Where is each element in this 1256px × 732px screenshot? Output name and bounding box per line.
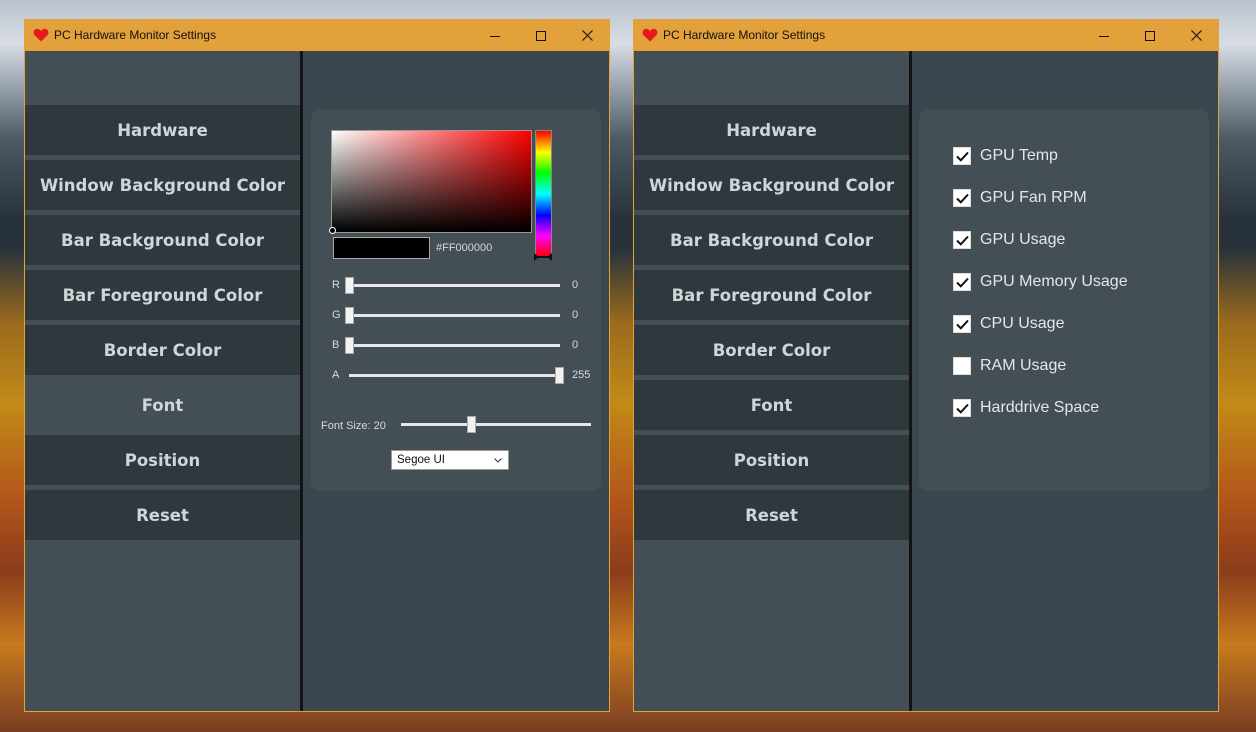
checkbox-box[interactable] <box>953 147 971 165</box>
checkbox-box[interactable] <box>953 231 971 249</box>
minimize-button[interactable] <box>1081 20 1127 51</box>
nav-border-color[interactable]: Border Color <box>634 325 909 375</box>
slider-thumb-b[interactable] <box>345 337 354 354</box>
slider-thumb-r[interactable] <box>345 277 354 294</box>
font-size-slider-thumb[interactable] <box>467 416 476 433</box>
close-icon <box>581 30 593 41</box>
heart-icon <box>33 28 49 42</box>
slider-track-a[interactable] <box>349 374 560 377</box>
checkbox-cpu-usage[interactable]: CPU Usage <box>953 315 1064 333</box>
check-icon <box>955 403 969 414</box>
slider-thumb-g[interactable] <box>345 307 354 324</box>
checkbox-label: CPU Usage <box>980 315 1065 332</box>
slider-track-r[interactable] <box>349 284 560 287</box>
checkbox-gpu-usage[interactable]: GPU Usage <box>953 231 1065 249</box>
nav-border-color[interactable]: Border Color <box>25 325 300 375</box>
hue-slider[interactable] <box>535 130 552 258</box>
checkbox-ram-usage[interactable]: RAM Usage <box>953 357 1066 375</box>
settings-window-color: PC Hardware Monitor Settings Hardware Wi… <box>24 19 610 712</box>
color-preview <box>333 237 430 259</box>
font-size-slider-track[interactable] <box>401 423 591 426</box>
slider-value-g: 0 <box>572 309 579 321</box>
close-button[interactable] <box>564 20 610 51</box>
checkbox-label: GPU Usage <box>980 231 1066 248</box>
nav-font[interactable]: Font <box>634 380 909 430</box>
sidebar: Hardware Window Background Color Bar Bac… <box>25 51 300 711</box>
close-icon <box>1190 30 1202 41</box>
title-bar[interactable]: PC Hardware Monitor Settings <box>634 20 1218 51</box>
font-select-value: Segoe UI <box>397 454 445 466</box>
check-icon <box>955 319 969 330</box>
slider-label-r: R <box>332 279 340 291</box>
nav-reset[interactable]: Reset <box>634 490 909 540</box>
checkbox-box[interactable] <box>953 189 971 207</box>
font-select[interactable]: Segoe UI <box>391 450 509 470</box>
checkbox-label: Harddrive Space <box>980 399 1100 416</box>
title-bar[interactable]: PC Hardware Monitor Settings <box>25 20 609 51</box>
nav-reset[interactable]: Reset <box>25 490 300 540</box>
slider-track-g[interactable] <box>349 314 560 317</box>
checkbox-label: GPU Memory Usage <box>980 273 1128 290</box>
window-title: PC Hardware Monitor Settings <box>54 28 217 42</box>
maximize-button[interactable] <box>518 20 564 51</box>
window-title: PC Hardware Monitor Settings <box>663 28 826 42</box>
checkbox-box[interactable] <box>953 273 971 291</box>
checkbox-gpu-temp[interactable]: GPU Temp <box>953 147 1058 165</box>
check-icon <box>955 277 969 288</box>
slider-value-r: 0 <box>572 279 579 291</box>
color-spectrum[interactable] <box>331 130 532 233</box>
sidebar: Hardware Window Background Color Bar Bac… <box>634 51 909 711</box>
checkbox-harddrive-space[interactable]: Harddrive Space <box>953 399 1099 417</box>
check-icon <box>955 151 969 162</box>
content-area: #FF000000 R 0 G 0 B 0 A 255 Font Size: 2… <box>303 51 609 711</box>
checkbox-label: GPU Temp <box>980 147 1058 164</box>
nav-hardware[interactable]: Hardware <box>634 105 909 155</box>
color-spectrum-cursor[interactable] <box>329 227 336 234</box>
minimize-icon <box>490 35 500 37</box>
slider-track-b[interactable] <box>349 344 560 347</box>
checkbox-label: GPU Fan RPM <box>980 189 1087 206</box>
minimize-icon <box>1099 35 1109 37</box>
nav-position[interactable]: Position <box>634 435 909 485</box>
nav-hardware[interactable]: Hardware <box>25 105 300 155</box>
nav-bar-background-color[interactable]: Bar Background Color <box>634 215 909 265</box>
nav-bar-background-color[interactable]: Bar Background Color <box>25 215 300 265</box>
nav-bar-foreground-color[interactable]: Bar Foreground Color <box>634 270 909 320</box>
color-panel: #FF000000 R 0 G 0 B 0 A 255 Font Size: 2… <box>311 110 601 491</box>
content-area: GPU Temp GPU Fan RPM GPU Usage GPU Memor… <box>912 51 1218 711</box>
chevron-down-icon <box>494 458 502 463</box>
check-icon <box>955 235 969 246</box>
slider-value-a: 255 <box>572 369 591 381</box>
hue-slider-marker-icon <box>534 253 552 261</box>
hardware-panel: GPU Temp GPU Fan RPM GPU Usage GPU Memor… <box>919 110 1209 491</box>
slider-value-b: 0 <box>572 339 579 351</box>
slider-label-b: B <box>332 339 340 351</box>
maximize-icon <box>536 30 546 41</box>
minimize-button[interactable] <box>472 20 518 51</box>
maximize-icon <box>1145 30 1155 41</box>
settings-window-hardware: PC Hardware Monitor Settings Hardware Wi… <box>633 19 1219 712</box>
checkbox-label: RAM Usage <box>980 357 1067 374</box>
nav-position[interactable]: Position <box>25 435 300 485</box>
nav-font[interactable]: Font <box>25 380 300 430</box>
nav-window-background-color[interactable]: Window Background Color <box>634 160 909 210</box>
checkbox-gpu-fan-rpm[interactable]: GPU Fan RPM <box>953 189 1087 207</box>
checkbox-box[interactable] <box>953 315 971 333</box>
checkbox-box[interactable] <box>953 357 971 375</box>
heart-icon <box>642 28 658 42</box>
close-button[interactable] <box>1173 20 1219 51</box>
checkbox-box[interactable] <box>953 399 971 417</box>
hex-value: #FF000000 <box>436 242 493 254</box>
check-icon <box>955 193 969 204</box>
checkbox-gpu-memory-usage[interactable]: GPU Memory Usage <box>953 273 1128 291</box>
slider-label-a: A <box>332 369 340 381</box>
nav-bar-foreground-color[interactable]: Bar Foreground Color <box>25 270 300 320</box>
slider-label-g: G <box>332 309 341 321</box>
maximize-button[interactable] <box>1127 20 1173 51</box>
nav-window-background-color[interactable]: Window Background Color <box>25 160 300 210</box>
font-size-label: Font Size: 20 <box>321 420 386 432</box>
slider-thumb-a[interactable] <box>555 367 564 384</box>
